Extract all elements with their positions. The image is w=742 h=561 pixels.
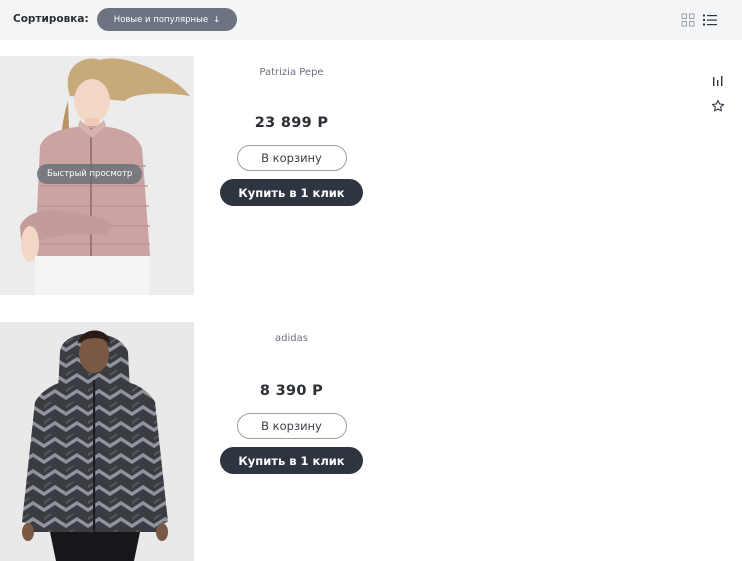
grid-view-icon[interactable] (680, 12, 696, 28)
sort-label: Сортировка: (13, 13, 89, 25)
product-photo[interactable]: Быстрый просмотр (0, 56, 194, 295)
product-info: adidas 8 390 Р В корзину Купить в 1 клик (220, 322, 363, 474)
product-brand[interactable]: Patrizia Pepe (220, 67, 363, 78)
sort-value: Новые и популярные (113, 14, 209, 25)
favorite-icon[interactable] (710, 98, 726, 114)
list-view-icon[interactable] (702, 12, 718, 28)
compare-icon[interactable] (710, 72, 726, 88)
product-brand[interactable]: adidas (220, 333, 363, 344)
quick-view-button[interactable]: Быстрый просмотр (37, 164, 143, 184)
sort-dropdown[interactable]: Новые и популярные ↓ (97, 8, 237, 31)
view-toggles (680, 12, 718, 28)
product-price: 8 390 Р (259, 383, 324, 399)
product-info: Patrizia Pepe 23 899 Р В корзину Купить … (220, 56, 363, 206)
add-to-cart-button[interactable]: В корзину (236, 145, 347, 171)
buy-one-click-button[interactable]: Купить в 1 клик (220, 179, 363, 206)
sort-arrow-icon: ↓ (213, 14, 221, 25)
product-actions (710, 72, 726, 114)
product-price: 23 899 Р (254, 115, 329, 131)
sort-toolbar: Сортировка: Новые и популярные ↓ (0, 0, 742, 40)
jacket-photo-illustration (0, 322, 194, 561)
add-to-cart-button[interactable]: В корзину (236, 413, 347, 439)
product-photo[interactable] (0, 322, 194, 561)
buy-one-click-button[interactable]: Купить в 1 клик (220, 447, 363, 474)
